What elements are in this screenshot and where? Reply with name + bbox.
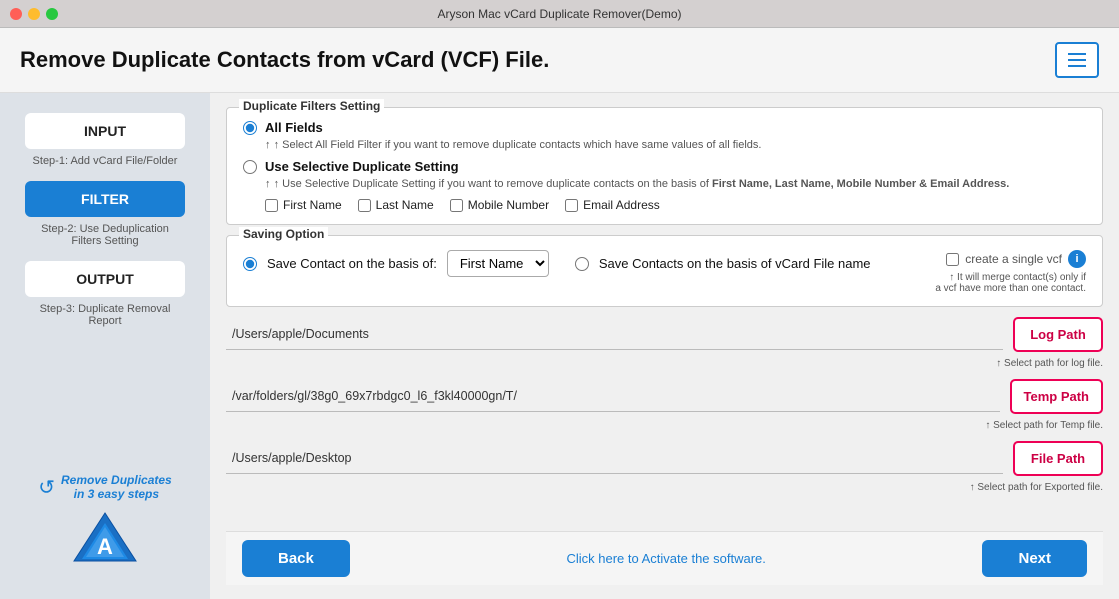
titlebar: Aryson Mac vCard Duplicate Remover(Demo) xyxy=(0,0,1119,28)
sidebar-circular: ↺ Remove Duplicates in 3 easy steps xyxy=(38,473,171,501)
file-path-hint: ↑ Select path for Exported file. xyxy=(226,482,1103,493)
temp-path-container: /var/folders/gl/38g0_69x7rbdgc0_l6_f3kl4… xyxy=(226,381,1000,412)
last-name-checkbox[interactable] xyxy=(358,199,371,212)
circular-arrow-icon: ↺ xyxy=(38,475,55,500)
checkbox-last-name: Last Name xyxy=(358,198,434,212)
sidebar-logo-area: ↺ Remove Duplicates in 3 easy steps A xyxy=(38,469,171,579)
temp-path-button[interactable]: Temp Path xyxy=(1010,379,1104,414)
main-content: Duplicate Filters Setting All Fields ↑ ↑… xyxy=(210,93,1119,599)
file-path-button[interactable]: File Path xyxy=(1013,441,1103,476)
menu-line-2 xyxy=(1068,59,1086,61)
sidebar-output-step: Step-3: Duplicate Removal Report xyxy=(25,303,185,327)
mobile-checkbox[interactable] xyxy=(450,199,463,212)
checkbox-mobile: Mobile Number xyxy=(450,198,549,212)
file-path-container: /Users/apple/Desktop xyxy=(226,443,1003,474)
titlebar-buttons xyxy=(10,8,58,20)
all-fields-hint-text: ↑ Select All Field Filter if you want to… xyxy=(274,139,762,151)
email-checkbox[interactable] xyxy=(565,199,578,212)
main-window: Remove Duplicate Contacts from vCard (VC… xyxy=(0,28,1119,599)
saving-row: Save Contact on the basis of: First Name… xyxy=(243,250,876,277)
sidebar-input-step: Step-1: Add vCard File/Folder xyxy=(25,155,185,167)
info-button[interactable]: i xyxy=(1068,250,1086,268)
selective-row: Use Selective Duplicate Setting xyxy=(243,159,1086,174)
first-name-label: First Name xyxy=(283,198,342,212)
sidebar: INPUT Step-1: Add vCard File/Folder FILT… xyxy=(0,93,210,599)
titlebar-title: Aryson Mac vCard Duplicate Remover(Demo) xyxy=(437,7,681,21)
app-logo: A xyxy=(70,509,140,579)
minimize-btn[interactable] xyxy=(28,8,40,20)
sidebar-output-btn[interactable]: OUTPUT xyxy=(25,261,185,297)
selective-radio[interactable] xyxy=(243,160,257,174)
menu-line-1 xyxy=(1068,53,1086,55)
filters-section: Duplicate Filters Setting All Fields ↑ ↑… xyxy=(226,107,1103,225)
checkbox-first-name: First Name xyxy=(265,198,342,212)
single-vcf-checkbox[interactable] xyxy=(946,253,959,266)
all-fields-row: All Fields xyxy=(243,120,1086,135)
log-path-row: /Users/apple/Documents Log Path xyxy=(226,317,1103,352)
back-button[interactable]: Back xyxy=(242,540,350,577)
save-vcf-label: Save Contacts on the basis of vCard File… xyxy=(599,256,871,271)
selective-hint-bold: First Name, Last Name, Mobile Number & E… xyxy=(712,178,1009,190)
header: Remove Duplicate Contacts from vCard (VC… xyxy=(0,28,1119,93)
temp-path-value: /var/folders/gl/38g0_69x7rbdgc0_l6_f3kl4… xyxy=(226,389,523,403)
menu-line-3 xyxy=(1068,65,1086,67)
svg-text:A: A xyxy=(97,534,113,559)
last-name-label: Last Name xyxy=(376,198,434,212)
checkbox-email: Email Address xyxy=(565,198,660,212)
hint-arrow-2: ↑ xyxy=(265,178,274,190)
filters-section-title: Duplicate Filters Setting xyxy=(239,99,384,113)
log-path-button[interactable]: Log Path xyxy=(1013,317,1103,352)
body: INPUT Step-1: Add vCard File/Folder FILT… xyxy=(0,93,1119,599)
page-title: Remove Duplicate Contacts from vCard (VC… xyxy=(20,47,549,73)
log-path-container: /Users/apple/Documents xyxy=(226,319,1003,350)
all-fields-label: All Fields xyxy=(265,120,323,135)
activate-link[interactable]: Click here to Activate the software. xyxy=(566,551,765,566)
menu-button[interactable] xyxy=(1055,42,1099,78)
temp-path-row: /var/folders/gl/38g0_69x7rbdgc0_l6_f3kl4… xyxy=(226,379,1103,414)
mobile-label: Mobile Number xyxy=(468,198,549,212)
save-vcf-radio[interactable] xyxy=(575,257,589,271)
saving-section: Saving Option Save Contact on the basis … xyxy=(226,235,1103,307)
selective-hint-text: ↑ Use Selective Duplicate Setting if you… xyxy=(274,178,709,190)
checkbox-row: First Name Last Name Mobile Number Email… xyxy=(265,198,1086,212)
single-vcf-area: create a single vcf i ↑ It will merge co… xyxy=(886,250,1086,294)
all-fields-hint: ↑ ↑ Select All Field Filter if you want … xyxy=(265,139,1086,151)
hint-arrow-1: ↑ xyxy=(265,139,274,151)
file-path-row: /Users/apple/Desktop File Path xyxy=(226,441,1103,476)
file-path-value: /Users/apple/Desktop xyxy=(226,451,358,465)
log-path-value: /Users/apple/Documents xyxy=(226,327,375,341)
sidebar-circular-label: Remove Duplicates in 3 easy steps xyxy=(61,473,172,501)
paths-area: /Users/apple/Documents Log Path ↑ Select… xyxy=(226,317,1103,521)
saving-section-title: Saving Option xyxy=(239,227,328,241)
log-path-hint: ↑ Select path for log file. xyxy=(226,358,1103,369)
single-vcf-label: create a single vcf xyxy=(965,252,1062,266)
selective-label: Use Selective Duplicate Setting xyxy=(265,159,459,174)
save-basis-radio[interactable] xyxy=(243,257,257,271)
close-btn[interactable] xyxy=(10,8,22,20)
bottom-bar: Back Click here to Activate the software… xyxy=(226,531,1103,585)
sidebar-filter-btn[interactable]: FILTER xyxy=(25,181,185,217)
merge-note: ↑ It will merge contact(s) only if a vcf… xyxy=(935,272,1086,294)
selective-hint: ↑ ↑ Use Selective Duplicate Setting if y… xyxy=(265,178,1086,190)
all-fields-radio[interactable] xyxy=(243,121,257,135)
sidebar-filter-step: Step-2: Use Deduplication Filters Settin… xyxy=(25,223,185,247)
temp-path-hint: ↑ Select path for Temp file. xyxy=(226,420,1103,431)
save-on-basis-label: Save Contact on the basis of: xyxy=(267,256,437,271)
basis-dropdown[interactable]: First Name Last Name Email xyxy=(447,250,549,277)
sidebar-input-btn[interactable]: INPUT xyxy=(25,113,185,149)
first-name-checkbox[interactable] xyxy=(265,199,278,212)
maximize-btn[interactable] xyxy=(46,8,58,20)
email-label: Email Address xyxy=(583,198,660,212)
next-button[interactable]: Next xyxy=(982,540,1087,577)
